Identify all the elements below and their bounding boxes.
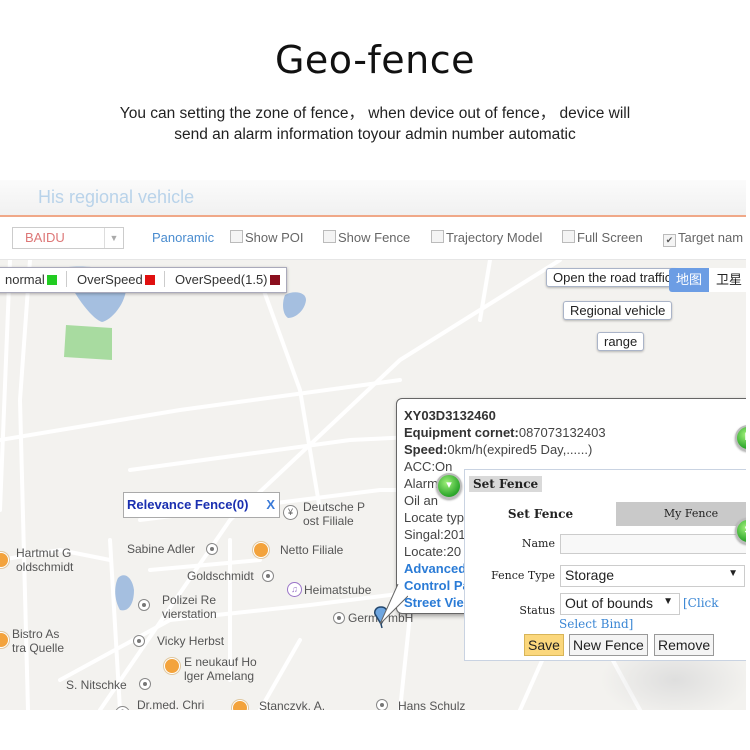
poi-goldschmidt[interactable]: Goldschmidt bbox=[187, 569, 254, 583]
speed-legend: normal OverSpeed OverSpeed(1.5) bbox=[0, 267, 287, 293]
legend-overspeed: OverSpeed bbox=[77, 272, 155, 287]
poi-netto-filiale[interactable]: Netto Filiale bbox=[280, 543, 343, 557]
fence-name-input[interactable] bbox=[560, 534, 746, 554]
place-icon bbox=[139, 678, 151, 690]
bank-icon: ¥ bbox=[283, 505, 298, 520]
status-label: Status bbox=[519, 604, 555, 617]
place-icon bbox=[138, 599, 150, 611]
poi-hartmut-goldschmidt[interactable]: Hartmut G oldschmidt bbox=[16, 546, 73, 574]
chevron-down-icon: ▼ bbox=[104, 228, 123, 248]
road-traffic-button[interactable]: Open the road traffic bbox=[546, 268, 679, 287]
click-select-bind-link[interactable]: [Click bbox=[683, 596, 719, 610]
map-provider-select[interactable]: BAIDU ▼ bbox=[12, 227, 124, 249]
poi-heimatstube[interactable]: Heimatstube bbox=[304, 583, 371, 597]
map-canvas[interactable]: normal OverSpeed OverSpeed(1.5) Open the… bbox=[0, 260, 746, 710]
food-icon bbox=[253, 542, 269, 558]
name-label: Name bbox=[521, 537, 555, 550]
remove-button[interactable]: Remove bbox=[654, 634, 715, 656]
tab-my-fence[interactable]: My Fence bbox=[616, 502, 746, 526]
checkbox-label: Full Screen bbox=[577, 230, 643, 245]
full-screen-checkbox[interactable]: Full Screen bbox=[562, 230, 643, 245]
save-button[interactable]: Save bbox=[524, 634, 564, 656]
legend-normal-swatch bbox=[46, 275, 57, 285]
speed-row: Speed:0km/h(expired5 Day,......) bbox=[404, 442, 593, 457]
description: You can setting the zone of fence， when … bbox=[0, 103, 750, 145]
checkbox-label: Show Fence bbox=[338, 230, 411, 245]
pond bbox=[283, 292, 306, 318]
set-fence-dialog: Set Fence Set Fence My Fence Name Fence … bbox=[464, 469, 746, 661]
pond bbox=[115, 575, 134, 611]
checkbox-label: Target nam bbox=[678, 230, 744, 245]
poi-hans-schulz[interactable]: Hans Schulz bbox=[398, 699, 465, 710]
close-icon[interactable]: X bbox=[266, 493, 275, 517]
map-provider-value: BAIDU bbox=[25, 230, 65, 245]
set-fence-tabs: Set Fence My Fence bbox=[465, 502, 746, 526]
fence-type-select[interactable]: Storage ▼ bbox=[560, 565, 745, 587]
status-select[interactable]: Out of bounds ▼ bbox=[560, 593, 680, 615]
place-icon bbox=[333, 612, 345, 624]
show-fence-checkbox[interactable]: Show Fence bbox=[323, 230, 410, 245]
poi-deutsche-post[interactable]: Deutsche P ost Filiale bbox=[303, 500, 365, 528]
poi-stanczyk[interactable]: Stanczyk, A. bbox=[259, 699, 325, 710]
equipment-row: Equipment cornet:087073132403 bbox=[404, 425, 606, 440]
park bbox=[64, 325, 112, 360]
poi-polizei-revierstation[interactable]: Polizei Re vierstation bbox=[162, 593, 217, 621]
checkmark-icon: ✔ bbox=[663, 234, 676, 247]
app-window: His regional vehicle BAIDU ▼ Panoramic S… bbox=[0, 180, 746, 710]
panoramic-link[interactable]: Panoramic bbox=[152, 230, 214, 245]
music-icon: ♫ bbox=[287, 582, 302, 597]
checkbox-icon bbox=[230, 230, 243, 243]
app-title: His regional vehicle bbox=[38, 187, 195, 207]
checkbox-icon bbox=[562, 230, 575, 243]
toolbar: BAIDU ▼ Panoramic Show POI Show Fence Tr… bbox=[0, 217, 746, 260]
description-line-2: send an alarm information toyour admin n… bbox=[174, 126, 576, 143]
legend-overspeed-1-5: OverSpeed(1.5) bbox=[175, 272, 280, 287]
checkbox-label: Trajectory Model bbox=[446, 230, 543, 245]
legend-overspeed-swatch bbox=[144, 275, 155, 285]
legend-overspeed-1-5-swatch bbox=[269, 275, 280, 285]
poi-bistro-astra-quelle[interactable]: Bistro As tra Quelle bbox=[12, 627, 64, 655]
map-type-satellite-button[interactable]: 卫星 bbox=[709, 268, 746, 292]
click-select-bind-link-cont[interactable]: Select Bind] bbox=[559, 617, 633, 631]
place-icon bbox=[262, 570, 274, 582]
show-poi-checkbox[interactable]: Show POI bbox=[230, 230, 304, 245]
fence-type-label: Fence Type bbox=[491, 569, 555, 582]
poi-vicky-herbst[interactable]: Vicky Herbst bbox=[157, 634, 224, 648]
place-icon bbox=[376, 699, 388, 710]
relevance-fence-label[interactable]: Relevance Fence(0) bbox=[127, 493, 248, 517]
range-button[interactable]: range bbox=[597, 332, 645, 351]
chevron-down-icon: ▼ bbox=[663, 596, 673, 607]
poi-sabine-adler[interactable]: Sabine Adler bbox=[127, 542, 195, 556]
description-line-1: You can setting the zone of fence， when … bbox=[119, 105, 631, 122]
map-type-map-button[interactable]: 地图 bbox=[669, 268, 709, 292]
vehicle-status-icon[interactable]: ▾ bbox=[436, 473, 462, 499]
place-icon bbox=[133, 635, 145, 647]
trajectory-model-checkbox[interactable]: Trajectory Model bbox=[431, 230, 542, 245]
checkbox-icon bbox=[323, 230, 336, 243]
chevron-down-icon: ▼ bbox=[728, 568, 738, 579]
checkbox-icon bbox=[431, 230, 444, 243]
regional-vehicle-button[interactable]: Regional vehicle bbox=[563, 301, 673, 320]
new-fence-button[interactable]: New Fence bbox=[569, 634, 648, 656]
device-id: XY03D3132460 bbox=[404, 408, 496, 423]
checkbox-label: Show POI bbox=[245, 230, 304, 245]
set-fence-dialog-title: Set Fence bbox=[469, 476, 543, 492]
target-name-checkbox[interactable]: ✔ Target nam bbox=[663, 230, 743, 247]
poi-dr-med-christina-nisser[interactable]: Dr.med. Chri stina Nisser bbox=[137, 698, 204, 710]
tab-set-fence[interactable]: Set Fence bbox=[465, 502, 616, 526]
poi-e-neukauf[interactable]: E neukauf Ho lger Amelang bbox=[184, 655, 257, 683]
app-header: His regional vehicle bbox=[0, 180, 746, 217]
relevance-fence-panel: Relevance Fence(0) X bbox=[123, 492, 280, 518]
place-icon bbox=[206, 543, 218, 555]
food-icon bbox=[232, 700, 248, 710]
poi-s-nitschke[interactable]: S. Nitschke bbox=[66, 678, 127, 692]
food-icon bbox=[164, 658, 180, 674]
headline: Geo-fence bbox=[274, 38, 476, 82]
legend-normal: normal bbox=[5, 272, 57, 287]
